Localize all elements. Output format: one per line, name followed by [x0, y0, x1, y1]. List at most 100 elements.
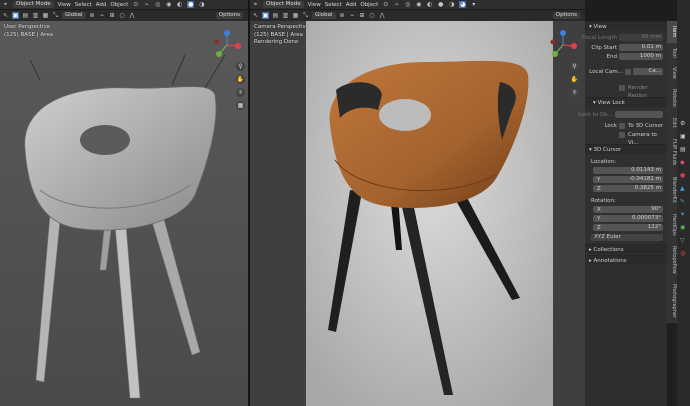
view-lock-section-header[interactable]: ▾ View Lock — [585, 97, 667, 107]
camera-to-view-checkbox[interactable] — [619, 132, 625, 138]
snap-target-icon[interactable]: ⊞ — [109, 12, 116, 19]
proportional-icon[interactable]: ○ — [119, 12, 126, 19]
properties-world-icon[interactable]: ● — [680, 172, 687, 179]
editor-type-icon[interactable]: ⌖ — [2, 1, 9, 8]
select-extend-icon[interactable]: ▤ — [22, 12, 29, 19]
tab-retopoflow[interactable]: Retopoflow — [667, 241, 677, 280]
right-snap-icon[interactable]: ⌁ — [393, 1, 400, 8]
tab-blenderkit[interactable]: BlenderKit — [667, 171, 677, 210]
right-viewport[interactable]: ⌖ Object Mode View Select Add Object ⊙ ⌁… — [250, 0, 585, 406]
right-mode-select[interactable]: Object Mode — [263, 1, 304, 8]
properties-material-icon[interactable]: ◍ — [680, 250, 687, 257]
cursor-section-header[interactable]: ▾ 3D Cursor — [585, 144, 667, 154]
right-proportional-icon[interactable]: ◎ — [404, 1, 411, 8]
right-snap-target-icon[interactable]: ⊞ — [359, 12, 366, 19]
shading-material-icon[interactable]: ◑ — [198, 1, 205, 8]
left-orientation-select[interactable]: Global — [62, 12, 86, 19]
tab-hardops[interactable]: HardOps — [667, 209, 677, 242]
right-navigation-gizmo[interactable] — [548, 30, 578, 60]
right-pivot-point-icon[interactable]: ⊚ — [339, 12, 346, 19]
properties-scene-icon[interactable]: ◆ — [680, 159, 687, 166]
overlays-icon[interactable]: ◐ — [176, 1, 183, 8]
left-navigation-gizmo[interactable] — [212, 30, 242, 60]
tab-rokoko[interactable]: Rokoko — [667, 83, 677, 114]
pivot-icon[interactable]: ⊚ — [89, 12, 96, 19]
right-falloff-icon[interactable]: ⋀ — [379, 12, 386, 19]
local-camera-checkbox[interactable] — [625, 69, 631, 75]
properties-data-icon[interactable]: ▽ — [680, 237, 687, 244]
tab-edit[interactable]: Edit — [667, 113, 677, 134]
to-3d-cursor-checkbox[interactable] — [619, 123, 625, 129]
visibility-icon[interactable]: ◉ — [165, 1, 172, 8]
properties-particles-icon[interactable]: ✦ — [680, 211, 687, 218]
right-pan-icon[interactable]: ✋ — [570, 75, 579, 84]
focal-length-field[interactable]: 50 mm — [619, 34, 663, 41]
right-shading-options-icon[interactable]: ▾ — [470, 1, 477, 8]
right-pivot-icon[interactable]: ⊙ — [382, 1, 389, 8]
render-region-checkbox[interactable] — [619, 85, 625, 91]
left-viewport[interactable]: ⌖ Object Mode View Select Add Object ⊙ ⌁… — [0, 0, 248, 406]
rotation-mode-select[interactable]: XYZ Euler — [591, 234, 663, 241]
collections-section-header[interactable]: ▸ Collections — [585, 244, 667, 254]
right-shading-material-icon[interactable]: ◑ — [448, 1, 455, 8]
right-select-tool-icon[interactable]: ↖ — [252, 12, 259, 19]
left-menu-select[interactable]: Select — [75, 2, 92, 8]
left-menu-view[interactable]: View — [58, 2, 71, 8]
left-menu-add[interactable]: Add — [96, 2, 107, 8]
right-select-intersect-icon[interactable]: ▦ — [292, 12, 299, 19]
left-zoom-icon[interactable]: ⚲ — [236, 62, 245, 71]
left-menu-object[interactable]: Object — [110, 2, 128, 8]
right-snap-toggle-icon[interactable]: ⌁ — [349, 12, 356, 19]
right-visibility-icon[interactable]: ◉ — [415, 1, 422, 8]
transform-pivot-icon[interactable]: ⊙ — [132, 1, 139, 8]
right-select-mode-icon[interactable]: ▣ — [262, 12, 269, 19]
select-mode-icon[interactable]: ▣ — [12, 12, 19, 19]
right-zoom-icon[interactable]: ⚲ — [570, 62, 579, 71]
shading-solid-icon[interactable]: ● — [187, 1, 195, 8]
right-options-button[interactable]: Options — [552, 12, 580, 19]
cursor-location-y[interactable]: -0.04181 m — [593, 176, 663, 183]
right-menu-select[interactable]: Select — [325, 2, 342, 8]
cursor-location-z[interactable]: 0.3825 m — [593, 185, 663, 192]
properties-render-icon[interactable]: ▣ — [680, 133, 687, 140]
snap-toggle-icon[interactable]: ⌁ — [99, 12, 106, 19]
tab-photographer[interactable]: Photographer — [667, 279, 677, 324]
cursor-location-x[interactable]: 0.01143 m — [593, 167, 663, 174]
view-section-header[interactable]: ▾ View — [585, 21, 667, 31]
tab-flip-fluids[interactable]: FLIP Fluids — [667, 133, 677, 172]
left-projection-icon[interactable]: ▦ — [236, 101, 245, 110]
right-overlays-icon[interactable]: ◐ — [426, 1, 433, 8]
properties-modifier-icon[interactable]: ✎ — [680, 198, 687, 205]
select-tool-icon[interactable]: ↖ — [2, 12, 9, 19]
properties-output-icon[interactable]: ▤ — [680, 146, 687, 153]
right-select-extend-icon[interactable]: ▤ — [272, 12, 279, 19]
properties-object-icon[interactable]: ▲ — [680, 185, 687, 192]
right-camera-icon[interactable]: ⌾ — [570, 88, 579, 97]
clip-start-field[interactable]: 0.01 m — [619, 44, 663, 51]
select-subtract-icon[interactable]: ▥ — [32, 12, 39, 19]
right-shading-rendered-icon[interactable]: ◕ — [459, 1, 467, 8]
select-intersect-icon[interactable]: ▦ — [42, 12, 49, 19]
right-proportional-edit-icon[interactable]: ○ — [369, 12, 376, 19]
right-shading-solid-icon[interactable]: ● — [437, 1, 444, 8]
proportional-edit-icon[interactable]: ◎ — [154, 1, 161, 8]
tab-view[interactable]: View — [667, 63, 677, 84]
right-select-subtract-icon[interactable]: ▥ — [282, 12, 289, 19]
properties-physics-icon[interactable]: ◉ — [680, 224, 687, 231]
snap-icon[interactable]: ⌁ — [143, 1, 150, 8]
right-menu-view[interactable]: View — [308, 2, 321, 8]
clip-end-field[interactable]: 1000 m — [619, 53, 663, 60]
left-options-button[interactable]: Options — [215, 12, 243, 19]
left-pan-icon[interactable]: ✋ — [236, 75, 245, 84]
right-orientation-select[interactable]: Global — [312, 12, 336, 19]
tab-item[interactable]: Item — [667, 21, 677, 44]
cursor-rotation-x[interactable]: 90° — [593, 206, 663, 213]
annotations-section-header[interactable]: ▸ Annotations — [585, 255, 667, 265]
lock-to-object-field[interactable] — [615, 111, 663, 118]
right-menu-object[interactable]: Object — [360, 2, 378, 8]
cursor-rotation-y[interactable]: 0.000073° — [593, 215, 663, 222]
tab-tool[interactable]: Tool — [667, 43, 677, 64]
local-camera-field[interactable]: Ca... — [633, 68, 663, 75]
left-mode-select[interactable]: Object Mode — [13, 1, 54, 8]
right-editor-type-icon[interactable]: ⌖ — [252, 1, 259, 8]
